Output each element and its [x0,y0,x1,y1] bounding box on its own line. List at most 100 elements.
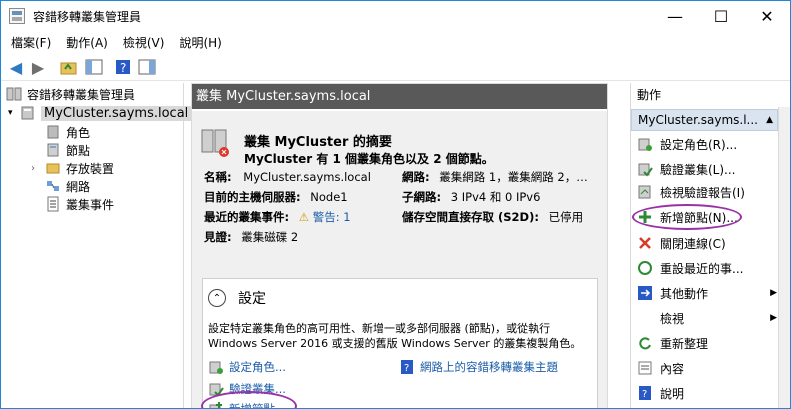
report-icon [637,184,653,200]
field-value: 叢集網路 1，叢集網路 2，… [439,170,588,184]
events-link[interactable]: 警告: 1 [313,210,351,224]
action-view-report[interactable]: 檢視驗證報告(I) [637,181,745,203]
close-button[interactable]: ✕ [744,1,790,31]
view-icon [637,310,653,326]
toolbar: ◀ ▶ ? [1,53,790,81]
menu-view[interactable]: 檢視(V) [123,34,165,51]
warning-icon: ⚠ [298,210,310,224]
action-more-actions[interactable]: 其他動作 ▶ [637,282,777,304]
up-folder-icon[interactable] [59,57,79,77]
field-host: 目前的主機伺服器: Node1 [204,189,348,205]
minimize-button[interactable]: — [652,1,698,31]
forward-arrow-icon[interactable]: ▶ [28,57,48,77]
field-witness: 見證: 叢集磁碟 2 [204,229,298,245]
field-label: 儲存空間直接存取 (S2D): [402,210,539,224]
field-label: 目前的主機伺服器: [204,190,301,204]
field-value: MyCluster.sayms.local [243,170,371,184]
cluster-topics-link[interactable]: ? 網路上的容錯移轉叢集主題 [399,359,558,375]
tree-item-label: 存放裝置 [66,161,115,176]
menu-action[interactable]: 動作(A) [66,34,108,51]
collapse-up-icon[interactable]: ▲ [766,110,773,130]
field-value: 叢集磁碟 2 [241,230,299,244]
tree-item-networks[interactable]: 網路 [45,177,90,195]
configure-role-icon [637,136,653,152]
tree-item-events[interactable]: 叢集事件 [45,195,114,213]
pane-header: 叢集 MyCluster.sayms.local [192,84,607,109]
svg-text:?: ? [404,363,409,374]
settings-section: ⌃ 設定 設定特定叢集角色的高可用性、新增一或多部伺服器 (節點)，或從執行 W… [201,278,598,408]
tree-item-storage[interactable]: › 存放裝置 [31,159,114,177]
field-s2d: 儲存空間直接存取 (S2D): 已停用 [402,209,583,225]
navigation-tree: 容錯移轉叢集管理員 ▾ MyCluster.sayms.local 角色 節點 … [1,83,192,408]
tree-item-label: 角色 [66,125,91,140]
link-label[interactable]: 設定角色... [229,359,286,375]
properties-icon [637,360,653,376]
action-close-connection[interactable]: 關閉連線(C) [637,232,726,254]
menu-file[interactable]: 檔案(F) [11,34,51,51]
refresh-icon [637,335,653,351]
action-label: 內容 [660,361,685,376]
tree-item-label: 網路 [66,179,91,194]
action-reset-events[interactable]: 重設最近的事... [637,257,743,279]
tree-cluster[interactable]: ▾ MyCluster.sayms.local [8,104,192,122]
action-label: 關閉連線(C) [660,236,726,251]
svg-text:?: ? [120,61,126,75]
field-subnets: 子網路: 3 IPv4 和 0 IPv6 [402,189,540,205]
svg-text:?: ? [642,389,647,400]
help-icon[interactable]: ? [113,57,133,77]
tree-item-label: 節點 [66,143,91,158]
configure-role-link[interactable]: 設定角色... [208,359,286,375]
action-label: 說明 [660,386,685,401]
actions-pane: 動作 MyCluster.sayms.l... ▲ 設定角色(R)... 驗證叢… [630,83,790,408]
field-label: 見證: [204,230,232,244]
action-label: 重新整理 [660,336,709,351]
window-controls: — ☐ ✕ [652,1,790,31]
help-icon: ? [637,385,653,401]
summary-title: 叢集 MyCluster 的摘要 [244,135,392,150]
failover-cluster-icon [9,8,25,24]
link-label[interactable]: 網路上的容錯移轉叢集主題 [420,359,558,375]
summary-subtitle: MyCluster 有 1 個叢集角色以及 2 個節點。 [244,152,494,166]
actions-header: 動作 [637,88,662,102]
actions-subheader[interactable]: MyCluster.sayms.l... ▲ [631,109,778,131]
action-validate[interactable]: 驗證叢集(L)... [637,158,736,180]
actions-scrollbar[interactable] [778,107,790,408]
field-value: 3 IPv4 和 0 IPv6 [450,190,541,204]
action-configure-role[interactable]: 設定角色(R)... [637,133,737,155]
configure-role-icon [208,359,224,375]
cluster-warning-icon [200,127,232,159]
show-hide-tree-icon[interactable] [84,57,104,77]
chevron-right-icon: ▶ [770,313,777,323]
back-arrow-icon[interactable]: ◀ [6,57,26,77]
show-hide-action-pane-icon[interactable] [137,57,157,77]
settings-title: 設定 [238,291,266,307]
field-value: Node1 [310,190,348,204]
field-events: 最近的叢集事件: ⚠ 警告: 1 [204,209,351,225]
title-bar: 容錯移轉叢集管理員 — ☐ ✕ [1,1,790,31]
events-icon [45,196,61,212]
menu-bar: 檔案(F) 動作(A) 檢視(V) 說明(H) [1,31,790,53]
field-label: 名稱: [204,170,232,184]
tree-root-label: 容錯移轉叢集管理員 [27,87,136,102]
app-window: 容錯移轉叢集管理員 — ☐ ✕ 檔案(F) 動作(A) 檢視(V) 說明(H) … [0,0,791,409]
chevron-down-icon[interactable]: ▾ [8,108,20,118]
action-help[interactable]: ? 說明 [637,382,684,404]
action-properties[interactable]: 內容 [637,357,684,379]
collapse-chevron-icon[interactable]: ⌃ [208,289,226,307]
chevron-right-icon[interactable]: › [31,163,45,174]
tree-cluster-label: MyCluster.sayms.local [41,105,192,121]
actions-subheader-label: MyCluster.sayms.l... [638,113,758,127]
menu-help[interactable]: 說明(H) [179,34,221,51]
tree-item-roles[interactable]: 角色 [45,123,90,141]
action-refresh[interactable]: 重新整理 [637,332,708,354]
failover-cluster-icon [6,86,22,102]
summary-pane: 叢集 MyCluster.sayms.local 叢集 MyCluster 的摘… [191,83,608,408]
maximize-button[interactable]: ☐ [698,1,744,31]
tree-item-nodes[interactable]: 節點 [45,141,90,159]
tree-root[interactable]: 容錯移轉叢集管理員 [6,85,135,103]
field-label: 子網路: [402,190,442,204]
action-label: 檢視 [660,311,685,326]
reset-icon [637,260,653,276]
action-view[interactable]: 檢視 ▶ [637,307,777,329]
action-label: 其他動作 [660,286,709,301]
